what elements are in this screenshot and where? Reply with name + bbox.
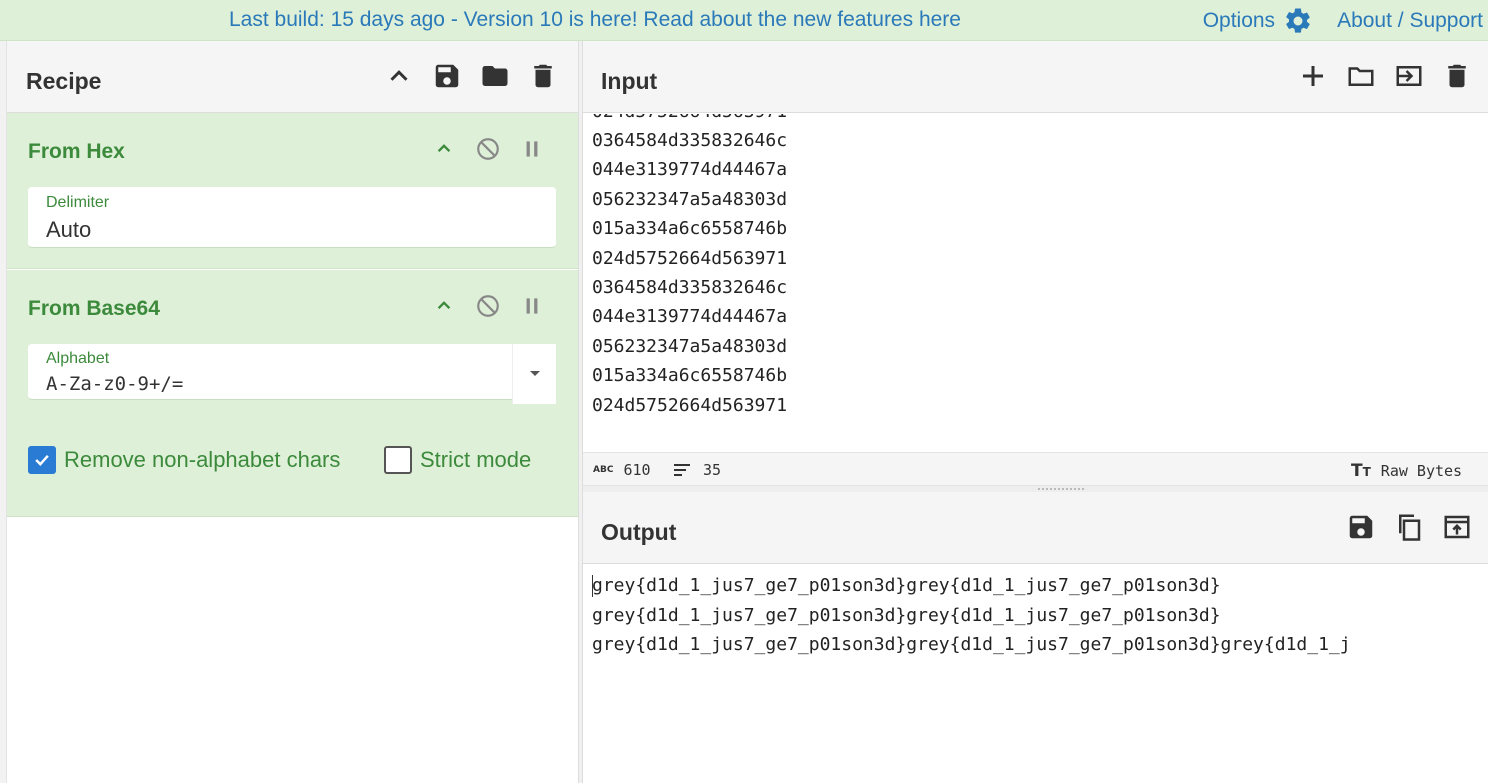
options-label: Options [1202, 9, 1276, 32]
banner-right: Options About / Support [1203, 6, 1483, 36]
options-button[interactable]: Options [1203, 6, 1313, 36]
line-count: 35 [673, 461, 721, 479]
input-partial-line: 024d5752664d563971 [592, 114, 787, 126]
text-line: 024d5752664d563971 [592, 247, 788, 269]
pause-icon[interactable] [516, 290, 548, 322]
operation-title: From Base64 [28, 297, 160, 320]
text-line: 044e3139774d44467a [592, 159, 788, 181]
delimiter-value: Auto [46, 217, 92, 242]
text-line: 0364584d335832646c [592, 130, 788, 151]
operation-from-hex: From Hex Delimiter Auto [7, 113, 578, 269]
recipe-panel: Recipe From Hex Delimiter Auto From Base… [7, 41, 578, 783]
checkbox-checked-icon[interactable] [28, 446, 56, 474]
input-textarea[interactable]: 024d5752664d563971 0364584d335832646c 044… [583, 114, 1488, 452]
char-count-value: 610 [623, 461, 651, 479]
copy-icon[interactable] [1393, 511, 1425, 543]
open-in-new-icon[interactable] [1441, 511, 1473, 543]
disable-icon[interactable] [472, 133, 504, 165]
text-line: grey{d1d_1_jus7_ge7_p01son3d}grey{d1d_1_… [592, 604, 1221, 626]
line-count-value: 35 [703, 461, 722, 479]
char-count: ABC 610 [593, 461, 651, 479]
trash-icon[interactable] [527, 60, 559, 92]
about-support-link[interactable]: About / Support [1337, 9, 1483, 33]
alphabet-value: A-Za-z0-9+/= [46, 373, 184, 395]
gear-icon [1286, 8, 1310, 33]
text-line: grey{d1d_1_jus7_ge7_p01son3d}grey{d1d_1_… [592, 634, 1351, 655]
top-banner: Last build: 15 days ago - Version 10 is … [0, 0, 1488, 41]
operation-title: From Hex [28, 140, 125, 163]
save-icon[interactable] [431, 60, 463, 92]
text-size-icon: TT [1351, 461, 1371, 481]
encoding-value: Raw Bytes [1380, 462, 1463, 480]
abc-icon: ABC [593, 465, 614, 475]
checkbox-label: Strict mode [420, 447, 532, 472]
field-label: Alphabet [46, 350, 110, 367]
alphabet-select[interactable]: Alphabet A-Za-z0-9+/= [28, 344, 556, 404]
trash-icon[interactable] [1441, 60, 1473, 92]
text-line: 015a334a6c6558746b [592, 218, 788, 240]
operations-gutter [0, 41, 7, 783]
input-file-icon[interactable] [1393, 60, 1425, 92]
output-header: Output [583, 492, 1488, 564]
checkbox-label: Remove non-alphabet chars [64, 447, 341, 472]
field-label: Delimiter [46, 194, 110, 211]
input-header: Input [583, 41, 1488, 113]
recipe-header: Recipe [7, 41, 578, 113]
delimiter-field[interactable]: Delimiter Auto [28, 187, 556, 248]
chevron-up-icon[interactable] [428, 133, 460, 165]
operation-from-base64: From Base64 Alphabet A-Za-z0-9+/= Remove… [7, 270, 578, 517]
disable-icon[interactable] [472, 290, 504, 322]
checkbox-unchecked-icon[interactable] [384, 446, 412, 474]
plus-icon[interactable] [1297, 60, 1329, 92]
banner-link-here[interactable]: here [919, 8, 961, 31]
banner-message-text: Last build: 15 days ago - Version 10 is … [229, 8, 919, 31]
text-line: 044e3139774d44467a [592, 306, 788, 328]
chevron-up-icon[interactable] [428, 290, 460, 322]
text-line: 0364584d335832646c [592, 277, 788, 299]
recipe-title: Recipe [26, 68, 102, 94]
output-title: Output [601, 519, 677, 545]
folder-icon[interactable] [1345, 60, 1377, 92]
chevron-up-icon[interactable] [383, 60, 415, 92]
text-line: grey{d1d_1_jus7_ge7_p01son3d}grey{d1d_1_… [592, 575, 1221, 596]
remove-non-alphabet-checkbox[interactable]: Remove non-alphabet chars [28, 446, 340, 474]
text-line: 056232347a5a48303d [592, 335, 788, 357]
strict-mode-checkbox[interactable]: Strict mode [384, 446, 531, 474]
text-line: 015a334a6c6558746b [592, 365, 788, 387]
input-title: Input [601, 68, 658, 94]
folder-icon[interactable] [479, 60, 511, 92]
pause-icon[interactable] [516, 133, 548, 165]
banner-message: Last build: 15 days ago - Version 10 is … [229, 8, 961, 32]
encoding-button[interactable]: TT Raw Bytes [1351, 461, 1462, 481]
input-status-bar: ABC 610 35 TT Raw Bytes [583, 452, 1488, 486]
lines-icon [674, 464, 690, 476]
output-lines: grey{d1d_1_jus7_ge7_p01son3d}grey{d1d_1_… [592, 571, 1351, 660]
text-line: 024d5752664d563971 [592, 394, 788, 416]
dropdown-caret-icon[interactable] [512, 344, 556, 404]
save-icon[interactable] [1345, 511, 1377, 543]
text-line: 056232347a5a48303d [592, 188, 788, 210]
output-textarea[interactable]: grey{d1d_1_jus7_ge7_p01son3d}grey{d1d_1_… [583, 565, 1488, 783]
input-lines: 0364584d335832646c 044e3139774d44467a 0562… [592, 126, 787, 420]
